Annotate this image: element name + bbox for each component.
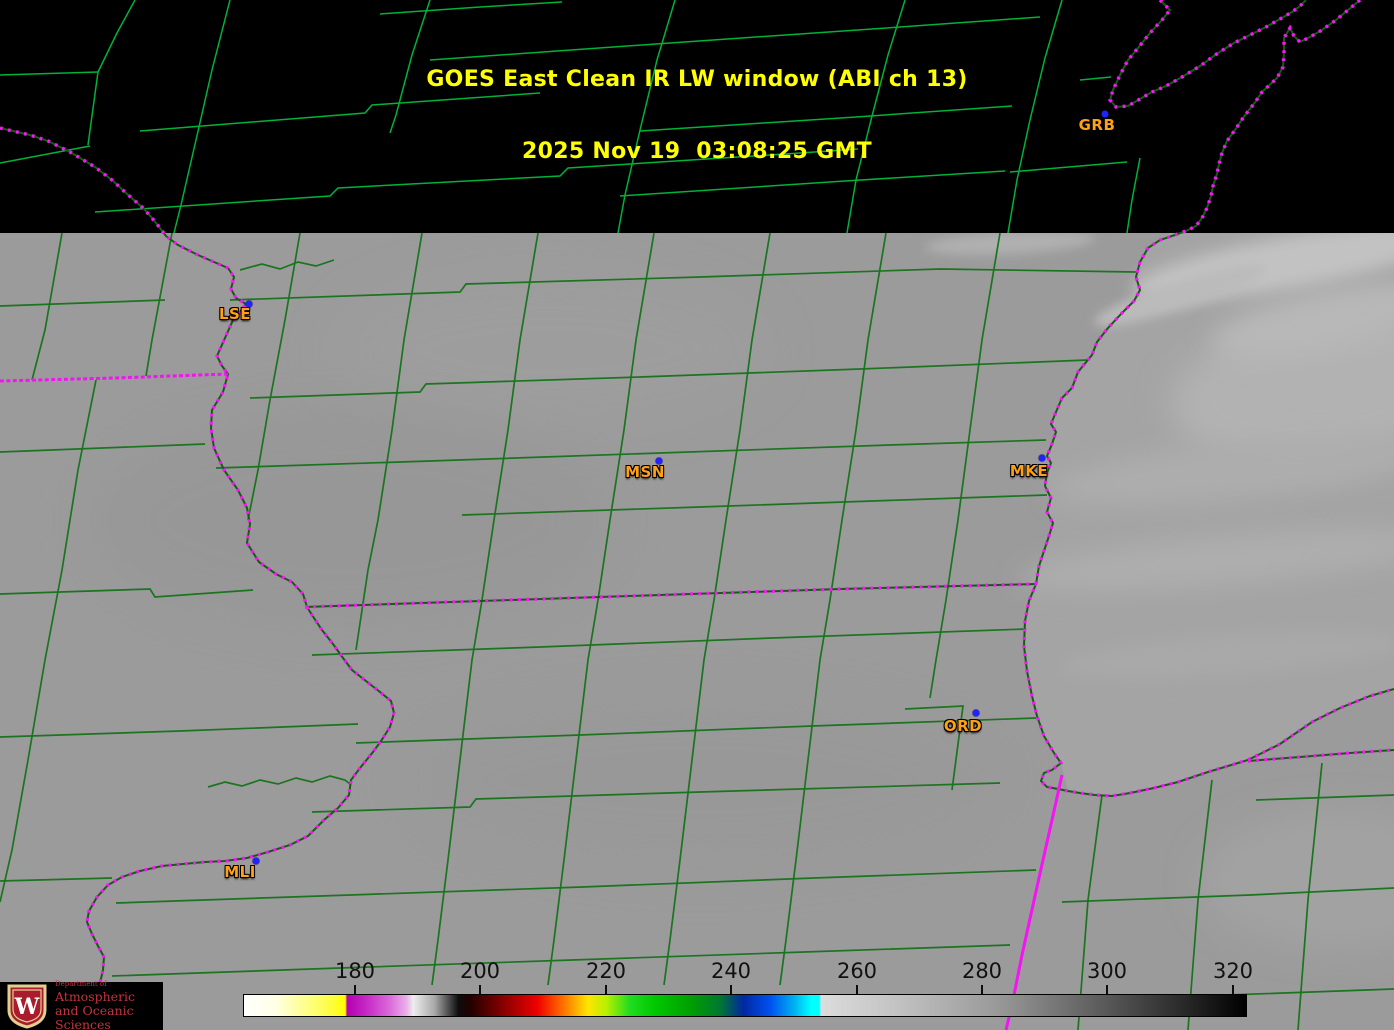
colorbar-tick-label: 220 — [586, 959, 626, 983]
colorbar-tick-mark — [354, 985, 356, 994]
colorbar-tick-mark — [730, 985, 732, 994]
uw-aos-logo: W Department of Atmospheric and Oceanic … — [0, 982, 163, 1030]
station-dot-msn — [656, 458, 663, 465]
station-label-mke: MKE — [1010, 462, 1048, 480]
station-label-grb: GRB — [1079, 116, 1116, 134]
station-dot-lse — [246, 301, 253, 308]
logo-dept-label: Department of — [55, 981, 163, 988]
station-dot-ord — [973, 710, 980, 717]
colorbar-tick-label: 320 — [1213, 959, 1253, 983]
product-title-line2: 2025 Nov 19 03:08:25 GMT — [0, 140, 1394, 164]
colorbar-tick-mark — [856, 985, 858, 994]
colorbar-tick-label: 200 — [460, 959, 500, 983]
station-label-ord: ORD — [944, 717, 982, 735]
station-label-msn: MSN — [625, 463, 665, 481]
uw-crest-monogram: W — [14, 994, 40, 1020]
product-title-line1: GOES East Clean IR LW window (ABI ch 13) — [0, 68, 1394, 92]
colorbar-tick-mark — [479, 985, 481, 994]
colorbar-gradient — [243, 994, 1247, 1017]
station-label-mli: MLI — [224, 863, 256, 881]
uw-crest-icon: W — [6, 983, 48, 1029]
product-title: GOES East Clean IR LW window (ABI ch 13)… — [0, 20, 1394, 212]
colorbar-tick-mark — [1232, 985, 1234, 994]
colorbar-tick-mark — [1106, 985, 1108, 994]
logo-name-line1: Atmospheric — [55, 990, 163, 1004]
satellite-image-viewport: GOES East Clean IR LW window (ABI ch 13)… — [0, 0, 1394, 1030]
station-dot-grb — [1102, 111, 1109, 118]
colorbar-tick-mark — [605, 985, 607, 994]
station-label-lse: LSE — [219, 305, 251, 323]
colorbar-tick-label: 280 — [962, 959, 1002, 983]
logo-name-line2: and Oceanic Sciences — [55, 1004, 163, 1030]
colorbar-tick-label: 300 — [1087, 959, 1127, 983]
colorbar-tick-label: 240 — [711, 959, 751, 983]
colorbar-tick-mark — [981, 985, 983, 994]
station-dot-mke — [1039, 455, 1046, 462]
station-dot-mli — [253, 858, 260, 865]
colorbar-tick-label: 180 — [335, 959, 375, 983]
colorbar-tick-label: 260 — [837, 959, 877, 983]
